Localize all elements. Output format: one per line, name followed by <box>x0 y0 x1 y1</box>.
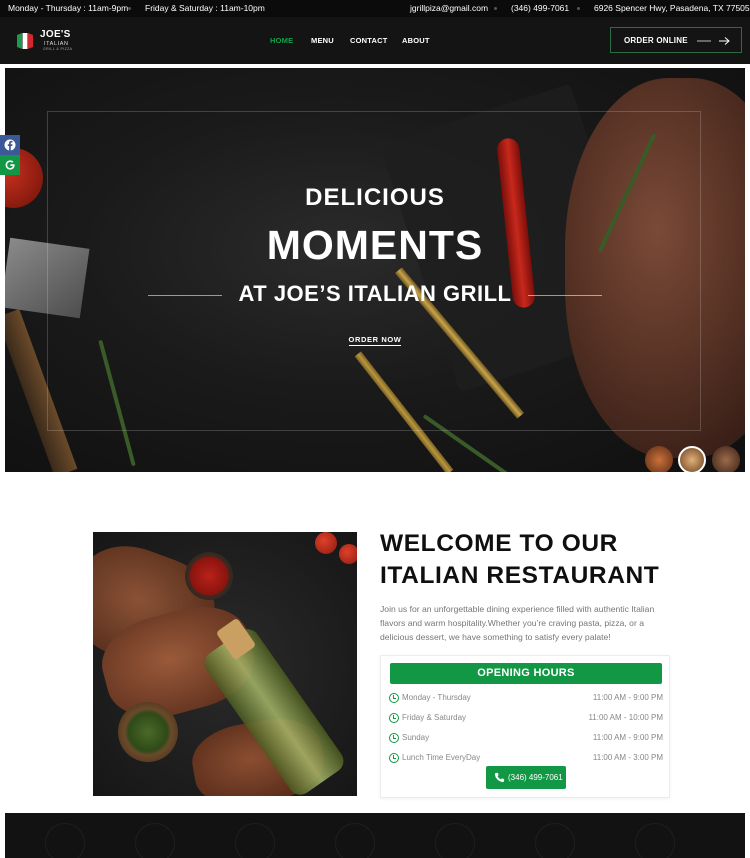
phone-link[interactable]: (346) 499-7061 <box>511 3 569 13</box>
food-pattern-decoration <box>235 823 275 858</box>
separator-dot <box>128 7 131 10</box>
hours-time: 11:00 AM - 9:00 PM <box>592 693 663 702</box>
hero-title: MOMENTS <box>266 222 484 268</box>
hours-row: Sunday 11:00 AM - 9:00 PM <box>389 732 663 746</box>
slide-thumb-2[interactable] <box>678 446 706 472</box>
email-link[interactable]: jgrillpiza@gmail.com <box>410 3 488 13</box>
nav-about[interactable]: ABOUT <box>402 36 430 45</box>
hours-day: Friday & Saturday <box>402 713 467 722</box>
logo[interactable]: JOE'S ITALIAN GRILL & PIZZA <box>13 28 83 54</box>
welcome-heading: WELCOME TO OUR ITALIAN RESTAURANT <box>380 528 710 592</box>
hours-time: 11:00 AM - 3:00 PM <box>592 753 663 762</box>
clock-icon <box>389 693 399 703</box>
hours-row: Lunch Time EveryDay 11:00 AM - 3:00 PM <box>389 752 663 766</box>
hours-row: Monday - Thursday 11:00 AM - 9:00 PM <box>389 692 663 706</box>
italian-flag-icon <box>17 33 33 49</box>
logo-name: JOE'S <box>40 29 71 40</box>
call-button-number: (346) 499-7061 <box>508 773 563 782</box>
site-header: JOE'S ITALIAN GRILL & PIZZA HOME MENU CO… <box>0 17 750 64</box>
sauce-bowl-image <box>185 552 233 600</box>
hours-time: 11:00 AM - 10:00 PM <box>588 713 663 722</box>
opening-hours-title: OPENING HOURS <box>390 663 662 684</box>
clock-icon <box>389 733 399 743</box>
hero-banner: DELICIOUS MOMENTS AT JOE’S ITALIAN GRILL… <box>5 68 745 472</box>
order-now-link[interactable]: ORDER NOW <box>5 335 745 346</box>
hero-frame <box>47 111 701 431</box>
arrow-right-icon <box>697 37 730 45</box>
separator-dot <box>494 7 497 10</box>
slide-thumb-1[interactable] <box>645 446 673 472</box>
hours-day: Sunday <box>402 733 430 742</box>
hours-time: 11:00 AM - 9:00 PM <box>592 733 663 742</box>
logo-tagline: GRILL & PIZZA <box>43 47 73 51</box>
hero-line-1: DELICIOUS <box>305 184 445 211</box>
separator-dot <box>577 7 580 10</box>
call-button[interactable]: (346) 499-7061 <box>486 766 566 789</box>
hero-line-3: AT JOE’S ITALIAN GRILL <box>238 281 512 306</box>
phone-icon <box>494 772 505 783</box>
weekday-hours: Monday - Thursday : 11am-9pm <box>8 3 129 13</box>
hours-day: Lunch Time EveryDay <box>402 753 481 762</box>
google-icon <box>5 160 15 170</box>
nav-home[interactable]: HOME <box>270 36 293 45</box>
nav-menu[interactable]: MENU <box>311 36 334 45</box>
order-online-button[interactable]: ORDER ONLINE <box>610 27 742 53</box>
top-info-bar: Monday - Thursday : 11am-9pm Friday & Sa… <box>0 0 750 17</box>
slide-thumb-3[interactable] <box>712 446 740 472</box>
food-pattern-decoration <box>135 823 175 858</box>
hours-day: Monday - Thursday <box>402 693 471 702</box>
hours-row: Friday & Saturday 11:00 AM - 10:00 PM <box>389 712 663 726</box>
facebook-icon <box>4 139 16 151</box>
welcome-description: Join us for an unforgettable dining expe… <box>380 604 655 643</box>
clock-icon <box>389 753 399 763</box>
food-pattern-decoration <box>435 823 475 858</box>
weekend-hours: Friday & Saturday : 11am-10pm <box>145 3 265 13</box>
opening-hours-card: OPENING HOURS Monday - Thursday 11:00 AM… <box>380 655 670 798</box>
tomato-image <box>315 532 337 554</box>
food-pattern-decoration <box>45 823 85 858</box>
food-spread-image <box>93 532 357 796</box>
food-pattern-decoration <box>535 823 575 858</box>
welcome-heading-line-2: ITALIAN RESTAURANT <box>380 562 660 589</box>
food-pattern-decoration <box>335 823 375 858</box>
order-now-label: ORDER NOW <box>348 335 402 346</box>
welcome-heading-line-1: WELCOME TO OUR <box>380 530 618 557</box>
food-pattern-decoration <box>635 823 675 858</box>
google-button[interactable] <box>0 155 20 175</box>
nav-contact[interactable]: CONTACT <box>350 36 388 45</box>
herb-bowl-image <box>118 702 178 762</box>
tomato-image <box>339 544 357 564</box>
order-online-label: ORDER ONLINE <box>624 36 688 45</box>
address-text: 6926 Spencer Hwy, Pasadena, TX 77505 <box>594 3 750 13</box>
clock-icon <box>389 713 399 723</box>
facebook-button[interactable] <box>0 135 20 155</box>
next-section-band <box>5 813 745 858</box>
